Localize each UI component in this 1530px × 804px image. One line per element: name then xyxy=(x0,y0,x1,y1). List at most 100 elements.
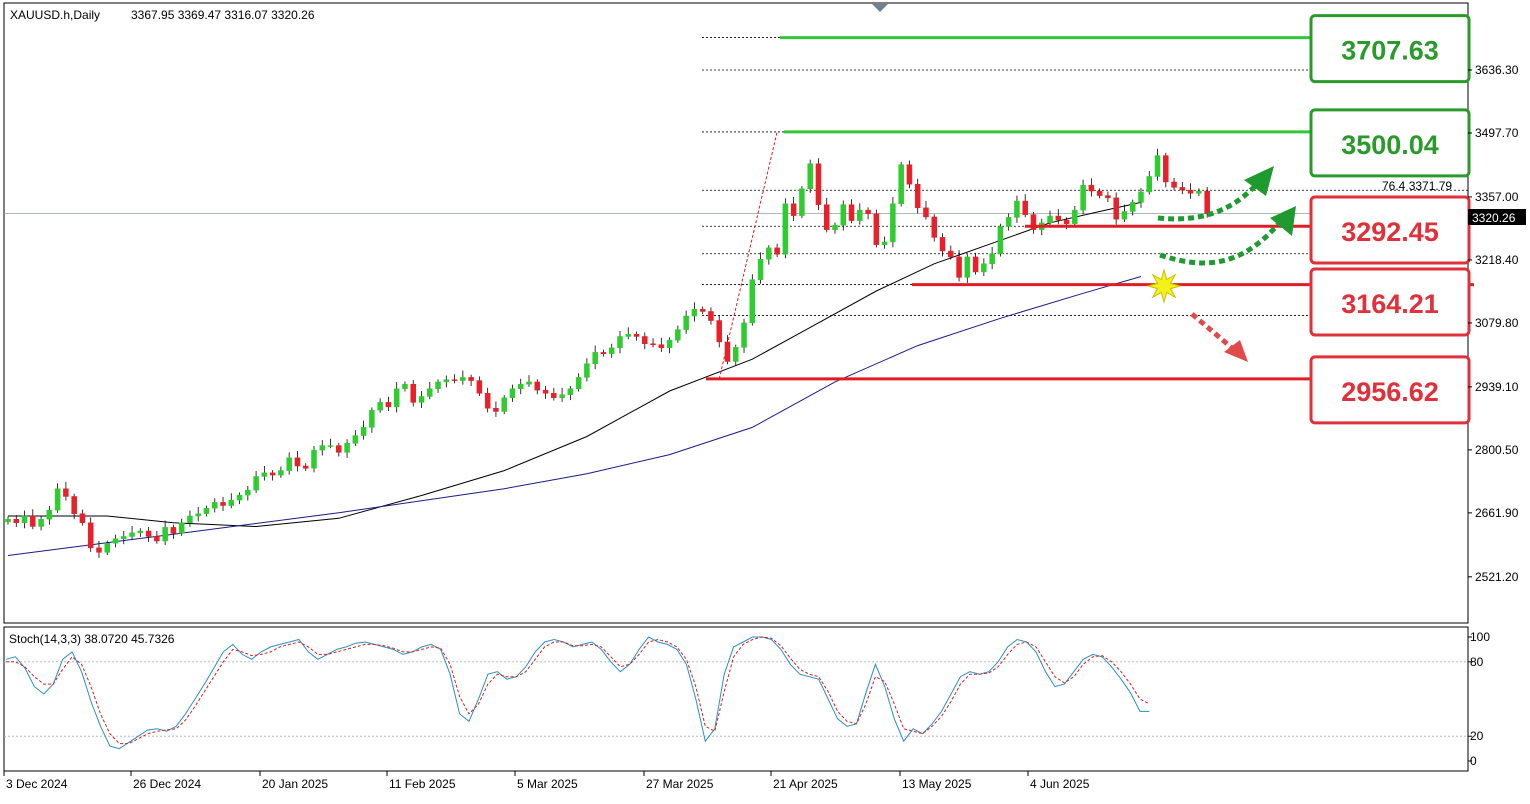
candle-body xyxy=(1072,209,1078,225)
candle-body xyxy=(981,263,987,273)
y-tick-label: 3218.40 xyxy=(1475,253,1519,267)
candle-body xyxy=(104,543,110,553)
candle-body xyxy=(766,247,772,260)
x-tick-label: 27 Mar 2025 xyxy=(646,777,714,791)
candle-body xyxy=(600,352,607,354)
y-tick-label: 2800.50 xyxy=(1475,443,1519,457)
candle-body xyxy=(526,381,532,385)
candle-body xyxy=(302,465,309,469)
candle-body xyxy=(865,209,871,215)
y-tick-label: 2521.20 xyxy=(1475,570,1519,584)
candle-body xyxy=(319,445,326,451)
candle-body xyxy=(823,204,830,230)
price-chart[interactable]: 3707.63 3500.04 3292.45 3164.21 2956.62 3636… xyxy=(0,0,1530,799)
candle-body xyxy=(54,488,61,511)
candle-body xyxy=(1179,187,1186,191)
candle-body xyxy=(96,547,102,553)
candle-body xyxy=(311,449,317,469)
candle-body xyxy=(964,256,971,278)
candle-body xyxy=(741,322,747,348)
candle-body xyxy=(997,226,1004,255)
candle-body xyxy=(972,256,979,273)
candle-body xyxy=(642,336,648,344)
candle-body xyxy=(675,329,681,341)
candle-body xyxy=(733,347,739,362)
candle-body xyxy=(493,408,499,412)
chart-canvas[interactable]: 3707.63 3500.04 3292.45 3164.21 2956.62 3636… xyxy=(0,0,1530,799)
candle-body xyxy=(1080,184,1086,211)
candle-body xyxy=(460,377,466,381)
candle-body xyxy=(1129,202,1136,212)
candle-body xyxy=(517,383,524,389)
candle-body xyxy=(799,188,805,216)
current-price-label: 3320.26 xyxy=(1472,211,1516,225)
candle-body xyxy=(1005,217,1012,227)
level-label-text: 2956.62 xyxy=(1341,377,1439,407)
x-tick-label: 26 Dec 2024 xyxy=(133,777,201,791)
candle-body xyxy=(327,445,334,447)
candle-body xyxy=(245,489,251,496)
candle-body xyxy=(236,494,243,501)
stoch-tick-label: 0 xyxy=(1470,754,1477,768)
candle-body xyxy=(923,207,929,218)
candle-body xyxy=(1096,190,1103,196)
candle-body xyxy=(857,209,863,221)
candle-body xyxy=(840,204,847,226)
candle-body xyxy=(1022,200,1028,215)
stoch-tick-label: 20 xyxy=(1470,729,1484,743)
candle-body xyxy=(1187,189,1194,194)
candle-body xyxy=(145,530,152,537)
candle-body xyxy=(476,380,483,394)
candle-body xyxy=(1171,181,1177,188)
level-label-text: 3164.21 xyxy=(1341,289,1439,319)
candle-body xyxy=(137,530,144,534)
candle-body xyxy=(402,383,408,389)
candle-body xyxy=(774,247,780,255)
y-tick-label: 3357.00 xyxy=(1475,190,1519,204)
candle-body xyxy=(451,379,458,381)
candle-body xyxy=(1138,191,1144,203)
candle-body xyxy=(154,536,160,542)
candle-body xyxy=(38,518,44,527)
candle-body xyxy=(559,394,565,399)
level-label-text: 3707.63 xyxy=(1341,36,1439,66)
x-tick-label: 20 Jan 2025 xyxy=(262,777,328,791)
candle-body xyxy=(369,409,375,428)
x-tick-label: 3 Dec 2024 xyxy=(6,777,68,791)
y-tick-label: 3636.30 xyxy=(1475,63,1519,77)
candle-body xyxy=(1014,200,1020,218)
candle-body xyxy=(418,396,425,403)
candle-body xyxy=(782,203,789,255)
candle-body xyxy=(435,381,441,389)
candle-body xyxy=(1063,219,1070,225)
candle-body xyxy=(914,183,921,209)
candle-body xyxy=(46,509,53,520)
fib-level-label: 76.4 3371.79 xyxy=(1382,179,1452,193)
candle-body xyxy=(584,363,590,378)
candle-body xyxy=(633,333,640,337)
candle-body xyxy=(898,164,904,205)
candle-body xyxy=(87,522,94,549)
y-tick-label: 3079.80 xyxy=(1475,316,1519,330)
candle-body xyxy=(79,513,86,524)
stochastic-label: Stoch(14,3,3) 38.0720 45.7326 xyxy=(9,632,175,646)
x-tick-label: 4 Jun 2025 xyxy=(1030,777,1090,791)
candle-body xyxy=(393,388,400,408)
candle-body xyxy=(881,241,888,245)
candle-body xyxy=(253,476,259,491)
candle-body xyxy=(575,377,582,389)
candle-body xyxy=(815,163,822,205)
candle-body xyxy=(71,496,77,514)
candle-body xyxy=(534,381,541,391)
candle-body xyxy=(1047,215,1053,224)
candle-body xyxy=(1196,190,1202,194)
candle-body xyxy=(344,443,350,453)
candle-body xyxy=(187,515,193,524)
candle-body xyxy=(129,532,135,537)
candle-body xyxy=(683,315,689,330)
candle-body xyxy=(724,341,731,362)
candle-body xyxy=(848,204,855,221)
candle-body xyxy=(377,402,383,411)
y-tick-label: 3497.70 xyxy=(1475,126,1519,140)
x-tick-label: 11 Feb 2025 xyxy=(389,777,456,791)
